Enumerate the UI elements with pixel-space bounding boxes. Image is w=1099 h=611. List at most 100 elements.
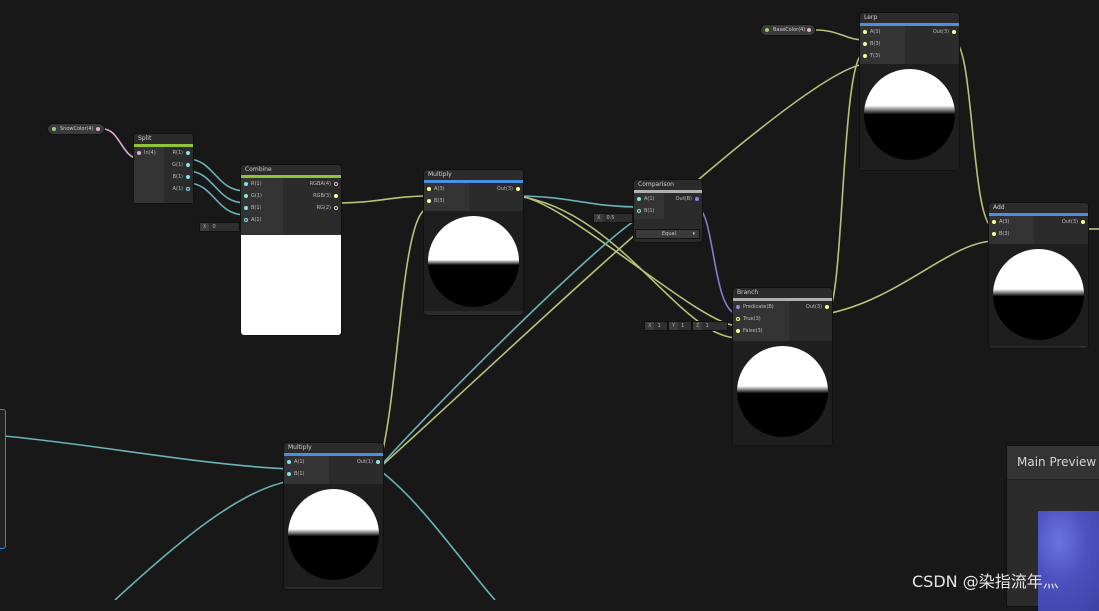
- branch-true-z-field[interactable]: Z1: [693, 322, 727, 330]
- node-title: Branch: [737, 289, 759, 296]
- preview-sphere: [737, 346, 828, 437]
- combine-input-r[interactable]: R(1): [241, 178, 283, 190]
- multiply-top-node[interactable]: Multiply A(3) B(3) Out(3): [424, 170, 523, 315]
- comparison-mode-dropdown[interactable]: Equal ▾: [636, 230, 699, 238]
- split-input-in[interactable]: In(4): [134, 147, 164, 159]
- wire-split-r-combine: [186, 158, 247, 192]
- port-icon: [516, 187, 520, 191]
- comparison-b-field[interactable]: X 0.5: [594, 214, 632, 222]
- split-output-g[interactable]: G(1): [164, 159, 194, 171]
- port-icon: [186, 151, 190, 155]
- port-icon: [186, 175, 190, 179]
- combine-node[interactable]: Combine R(1) G(1) B(1) A(1) RGBA(4) RGB(…: [241, 165, 341, 335]
- wire-mult-bottom-multiply-b: [377, 207, 430, 470]
- branch-preview: [733, 341, 832, 445]
- combine-a-field[interactable]: X0: [200, 223, 239, 231]
- port-icon: [137, 151, 141, 155]
- combine-preview: [241, 235, 341, 335]
- port-icon: [736, 317, 740, 321]
- node-title: Comparison: [638, 181, 674, 188]
- multiply-bottom-input-a[interactable]: A(1): [284, 456, 329, 468]
- comparison-input-b[interactable]: B(1): [634, 205, 664, 217]
- split-node[interactable]: Split In(4) R(1) G(1) B(1) A(1): [134, 134, 193, 203]
- port-icon: [334, 182, 338, 186]
- add-input-a[interactable]: A(3): [989, 216, 1034, 228]
- property-indicator-icon: [52, 127, 56, 131]
- branch-true-y-field[interactable]: Y1: [669, 322, 691, 330]
- port-icon: [736, 329, 740, 333]
- combine-output-rgb[interactable]: RGB(3): [283, 190, 341, 202]
- add-output[interactable]: Out(3): [1034, 216, 1088, 228]
- branch-input-predicate[interactable]: Predicate(B): [733, 301, 789, 313]
- port-icon: [952, 30, 956, 34]
- combine-output-rgba[interactable]: RGBA(4): [283, 178, 341, 190]
- add-node[interactable]: Add A(3) B(3) Out(3): [989, 203, 1088, 348]
- lerp-input-t[interactable]: T(3): [860, 50, 905, 62]
- split-output-a[interactable]: A(1): [164, 183, 194, 195]
- port-icon: [287, 460, 291, 464]
- lerp-node[interactable]: Lerp A(3) B(3) T(3) Out(3): [860, 13, 959, 170]
- branch-input-false[interactable]: False(3): [733, 325, 789, 337]
- node-title: Multiply: [288, 444, 312, 451]
- split-output-b[interactable]: B(1): [164, 171, 194, 183]
- port-icon: [334, 206, 338, 210]
- node-title: Combine: [245, 166, 272, 173]
- port-icon: [992, 220, 996, 224]
- offscreen-node[interactable]: [0, 409, 6, 549]
- main-preview-title: Main Preview: [1007, 446, 1099, 480]
- basecolor-output-port[interactable]: [807, 28, 812, 32]
- multiply-top-input-a[interactable]: A(3): [424, 183, 469, 195]
- port-icon: [637, 197, 641, 201]
- snowcolor-property[interactable]: SnowColor(4): [48, 124, 104, 134]
- port-icon: [863, 30, 867, 34]
- port-icon: [695, 197, 699, 201]
- branch-true-x-field[interactable]: X1: [645, 322, 667, 330]
- lerp-output[interactable]: Out(3): [905, 26, 959, 38]
- port-icon: [736, 305, 740, 309]
- multiply-bottom-input-b[interactable]: B(1): [284, 468, 329, 480]
- split-output-r[interactable]: R(1): [164, 147, 194, 159]
- wire-comparison-branch: [695, 206, 739, 315]
- main-preview-viewport[interactable]: [1038, 511, 1099, 611]
- port-icon: [825, 305, 829, 309]
- port-icon: [244, 194, 248, 198]
- node-title: Multiply: [428, 171, 452, 178]
- combine-input-a[interactable]: A(1): [241, 214, 283, 226]
- multiply-bottom-output[interactable]: Out(1): [329, 456, 383, 468]
- add-input-b[interactable]: B(3): [989, 228, 1034, 240]
- preview-sphere: [993, 249, 1084, 340]
- snowcolor-output-port[interactable]: [95, 127, 100, 131]
- multiply-top-input-b[interactable]: B(3): [424, 195, 469, 207]
- comparison-input-a[interactable]: A(1): [634, 193, 664, 205]
- basecolor-property[interactable]: BaseColor(4): [761, 25, 816, 35]
- port-icon: [427, 187, 431, 191]
- preview-sphere: [428, 216, 519, 307]
- port-icon: [244, 182, 248, 186]
- wire-combine-multiply: [334, 195, 430, 204]
- combine-input-b[interactable]: B(1): [241, 202, 283, 214]
- wire-mult-out-down: [377, 468, 496, 600]
- comparison-output[interactable]: Out(B): [664, 193, 702, 205]
- property-indicator-icon: [765, 28, 769, 32]
- lerp-input-a[interactable]: A(3): [860, 26, 905, 38]
- combine-output-rg[interactable]: RG(2): [283, 202, 341, 214]
- port-icon: [992, 232, 996, 236]
- port-icon: [637, 209, 641, 213]
- multiply-bottom-node[interactable]: Multiply A(1) B(1) Out(1): [284, 443, 383, 589]
- preview-sphere: [864, 69, 955, 160]
- wire-edge-mult-a: [3, 435, 291, 470]
- port-icon: [334, 194, 338, 198]
- wire-basecolor-lerp: [814, 29, 866, 41]
- combine-input-g[interactable]: G(1): [241, 190, 283, 202]
- multiply-top-output[interactable]: Out(3): [469, 183, 523, 195]
- lerp-input-b[interactable]: B(3): [860, 38, 905, 50]
- branch-input-true[interactable]: True(3): [733, 313, 789, 325]
- branch-node[interactable]: Branch Predicate(B) True(3) False(3) Out…: [733, 288, 832, 445]
- wire-edge-mult-b: [114, 480, 291, 600]
- multiply-top-preview: [424, 211, 523, 311]
- port-icon: [186, 163, 190, 167]
- port-icon: [186, 187, 190, 191]
- port-icon: [427, 199, 431, 203]
- branch-output[interactable]: Out(3): [789, 301, 832, 313]
- wire-branch-add: [825, 240, 996, 315]
